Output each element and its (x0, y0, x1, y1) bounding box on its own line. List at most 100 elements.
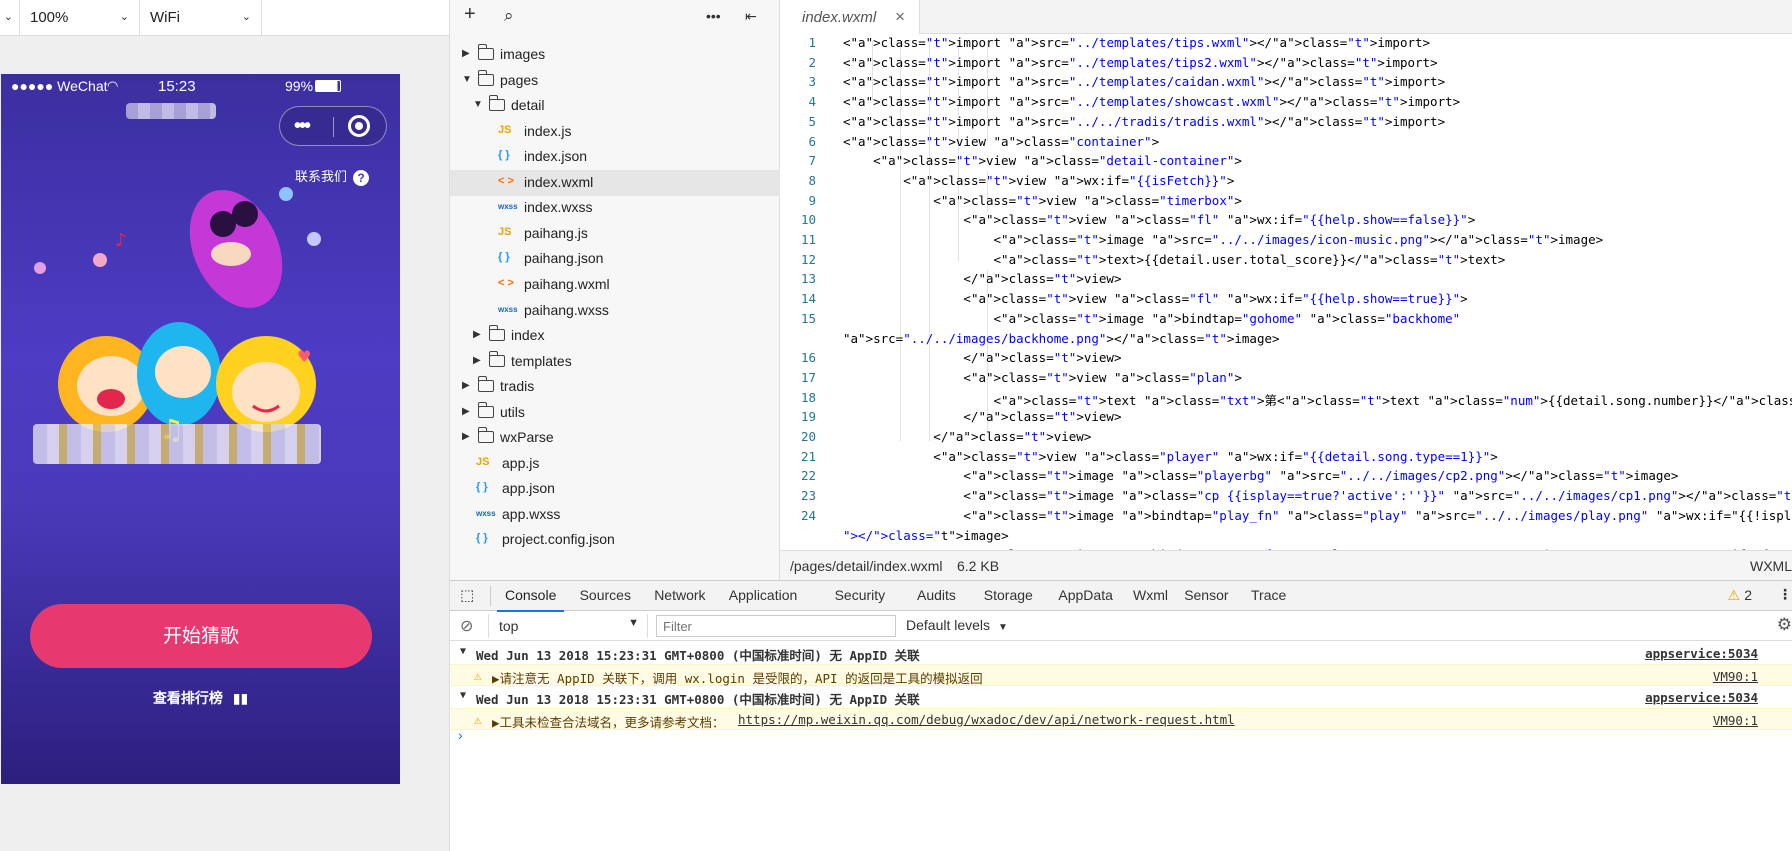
caret-right-icon[interactable]: ▶ (462, 48, 470, 59)
tree-item-detail[interactable]: ▼ detail (450, 93, 780, 119)
tree-item-templates[interactable]: ▶ templates (450, 349, 780, 375)
tab-storage[interactable]: Storage (984, 587, 1033, 603)
tree-item-app-js[interactable]: JS app.js (450, 451, 780, 477)
console-group[interactable]: ▼ Wed Jun 13 2018 15:23:31 GMT+0800 (中国标准… (450, 686, 1792, 708)
tree-item-app-json[interactable]: { } app.json (450, 476, 780, 502)
filter-input[interactable] (656, 615, 896, 637)
console-prompt-icon[interactable]: › (458, 727, 463, 743)
rank-link[interactable]: 查看排行榜 ▮▮ (1, 688, 400, 708)
code-line[interactable]: <"a">class="t">import "a">src="../templa… (843, 74, 1445, 89)
code-line[interactable]: "a">src="../../images/backhome.png"></"a… (843, 331, 1280, 346)
caret-right-icon[interactable]: ▶ (462, 406, 470, 417)
tree-item-index-json[interactable]: { } index.json (450, 144, 780, 170)
tree-item-project-config-json[interactable]: { } project.config.json (450, 527, 780, 553)
line-number: 9 (808, 192, 816, 208)
tree-item-paihang-wxml[interactable]: < > paihang.wxml (450, 272, 780, 298)
code-line[interactable]: </"a">class="t">view> (843, 350, 1121, 365)
code-line[interactable]: <"a">class="t">import "a">src="../templa… (843, 35, 1430, 50)
tab-network[interactable]: Network (654, 587, 705, 603)
close-icon[interactable]: × (895, 7, 905, 27)
tab-sources[interactable]: Sources (580, 587, 631, 603)
code-line[interactable]: <"a">class="t">import "a">src="../templa… (843, 55, 1438, 70)
caret-down-icon[interactable]: ▼ (473, 99, 483, 110)
network-select[interactable]: WiFi ⌄ (140, 0, 262, 36)
code-line[interactable]: </"a">class="t">view> (843, 409, 1121, 424)
tree-item-paihang-json[interactable]: { } paihang.json (450, 246, 780, 272)
language-mode[interactable]: WXML (1750, 558, 1792, 574)
code-line[interactable]: <"a">class="t">view "a">class="detail-co… (843, 153, 1242, 168)
console-group[interactable]: ▼ Wed Jun 13 2018 15:23:31 GMT+0800 (中国标准… (450, 642, 1792, 664)
caret-right-icon[interactable]: ▶ (462, 431, 470, 442)
code-line[interactable]: <"a">class="t">import "a">src="../templa… (843, 94, 1460, 109)
code-line[interactable]: <"a">class="t">image "a">bindtap="gohome… (843, 311, 1461, 326)
code-line[interactable]: <"a">class="t">view "a">class="player" "… (843, 449, 1498, 464)
start-guess-button[interactable]: 开始猜歌 (30, 604, 372, 668)
code-line[interactable]: <"a">class="t">image "a">class="cp {{isp… (843, 488, 1792, 503)
caret-down-icon[interactable]: ▼ (462, 74, 472, 85)
console-warning[interactable]: ⚠ ▶请注意无 AppID 关联下，调用 wx.login 是受限的，API 的返… (450, 664, 1792, 686)
code-area[interactable]: 1 <"a">class="t">import "a">src="../templ… (780, 34, 1792, 550)
tree-item-index-wxml[interactable]: < > index.wxml (450, 169, 780, 196)
contact-link[interactable]: 联系我们? (295, 166, 370, 186)
tree-item-paihang-js[interactable]: JS paihang.js (450, 221, 780, 247)
tab-console[interactable]: Console (496, 587, 565, 612)
code-line[interactable]: <"a">class="t">image "a">bindtap="play_f… (843, 508, 1792, 523)
tree-item-tradis[interactable]: ▶ tradis (450, 374, 780, 400)
code-line[interactable]: </"a">class="t">view> (843, 429, 1091, 444)
device-select[interactable]: ⌄ (0, 0, 20, 36)
code-line[interactable]: <"a">class="t">view "a">class="fl" "a">w… (843, 291, 1467, 306)
tree-item-index-wxss[interactable]: wxss index.wxss (450, 195, 780, 221)
editor-tab[interactable]: index.wxml × (780, 0, 920, 34)
code-line[interactable]: <"a">class="t">view "a">class="plan"> (843, 370, 1241, 385)
settings-icon[interactable]: ⚙ (1777, 615, 1792, 635)
code-line[interactable]: "></">class="t">image> (843, 528, 1009, 543)
code-line[interactable]: <"a">class="t">text "a">class="txt">第<"a… (843, 390, 1792, 409)
tab-security[interactable]: Security (835, 587, 886, 603)
code-line[interactable]: <"a">class="t">view "a">class="timerbox"… (843, 193, 1242, 208)
log-source-link[interactable]: VM90:1 (1713, 713, 1758, 728)
code-line[interactable]: <"a">class="t">image "a">src="../../imag… (843, 232, 1604, 247)
tab-application[interactable]: Application (729, 587, 798, 603)
code-line[interactable]: <"a">class="t">view "a">class="fl" "a">w… (843, 212, 1475, 227)
tab-trace[interactable]: Trace (1251, 587, 1286, 603)
devtools-menu-icon[interactable]: ⋮ (1778, 586, 1792, 603)
zoom-select[interactable]: 100% ⌄ (20, 0, 140, 36)
search-icon[interactable]: ⌕ (504, 6, 514, 26)
caret-right-icon[interactable]: ▶ (462, 380, 470, 391)
tab-audits[interactable]: Audits (917, 587, 956, 603)
tab-wxml[interactable]: Wxml (1133, 587, 1168, 603)
levels-select[interactable]: Default levels ▼ (906, 617, 1008, 633)
tree-item-pages[interactable]: ▼ pages (450, 68, 780, 94)
log-source-link[interactable]: appservice:5034 (1645, 646, 1758, 661)
tree-item-app-wxss[interactable]: wxss app.wxss (450, 502, 780, 528)
doc-link[interactable]: https://mp.weixin.qq.com/debug/wxadoc/de… (738, 712, 1235, 727)
code-line[interactable]: <"a">class="t">import "a">src="../../tra… (843, 114, 1445, 129)
more-icon[interactable]: ••• (706, 8, 721, 24)
caret-right-icon[interactable]: ▶ (473, 329, 481, 340)
tree-item-index[interactable]: ▶ index (450, 323, 780, 349)
tab-appdata[interactable]: AppData (1058, 587, 1112, 603)
collapse-panel-icon[interactable]: ⇤ (745, 8, 757, 25)
add-icon[interactable]: + (464, 3, 476, 26)
caret-right-icon[interactable]: ▶ (473, 355, 481, 366)
code-line[interactable]: <"a">class="t">text>{{detail.user.total_… (843, 252, 1506, 267)
context-select[interactable]: top ▼ (488, 614, 648, 638)
tree-item-index-js[interactable]: JS index.js (450, 119, 780, 145)
code-line[interactable]: <"a">class="t">image "a">class="playerbg… (843, 468, 1678, 483)
code-line[interactable]: <"a">class="t">view "a">class="container… (843, 134, 1159, 149)
clear-console-icon[interactable]: ⊘ (460, 616, 473, 636)
warning-count[interactable]: 2 (1744, 587, 1752, 603)
console-warning[interactable]: ⚠ ▶工具未检查合法域名，更多请参考文档： https://mp.weixin.qq… (450, 708, 1792, 730)
log-source-link[interactable]: VM90:1 (1713, 669, 1758, 684)
inspect-icon[interactable]: ⬚ (460, 586, 474, 604)
tab-sensor[interactable]: Sensor (1184, 587, 1228, 603)
tree-item-wxparse[interactable]: ▶ wxParse (450, 425, 780, 451)
tree-item-paihang-wxss[interactable]: wxss paihang.wxss (450, 298, 780, 324)
close-miniprogram-icon[interactable] (348, 115, 370, 137)
tree-item-images[interactable]: ▶ images (450, 42, 780, 68)
more-icon[interactable]: ••• (294, 115, 311, 138)
code-line[interactable]: </"a">class="t">view> (843, 271, 1121, 286)
log-source-link[interactable]: appservice:5034 (1645, 690, 1758, 705)
code-line[interactable]: <"a">class="t">view "a">wx:if="{{isFetch… (843, 173, 1234, 188)
tree-item-utils[interactable]: ▶ utils (450, 400, 780, 426)
